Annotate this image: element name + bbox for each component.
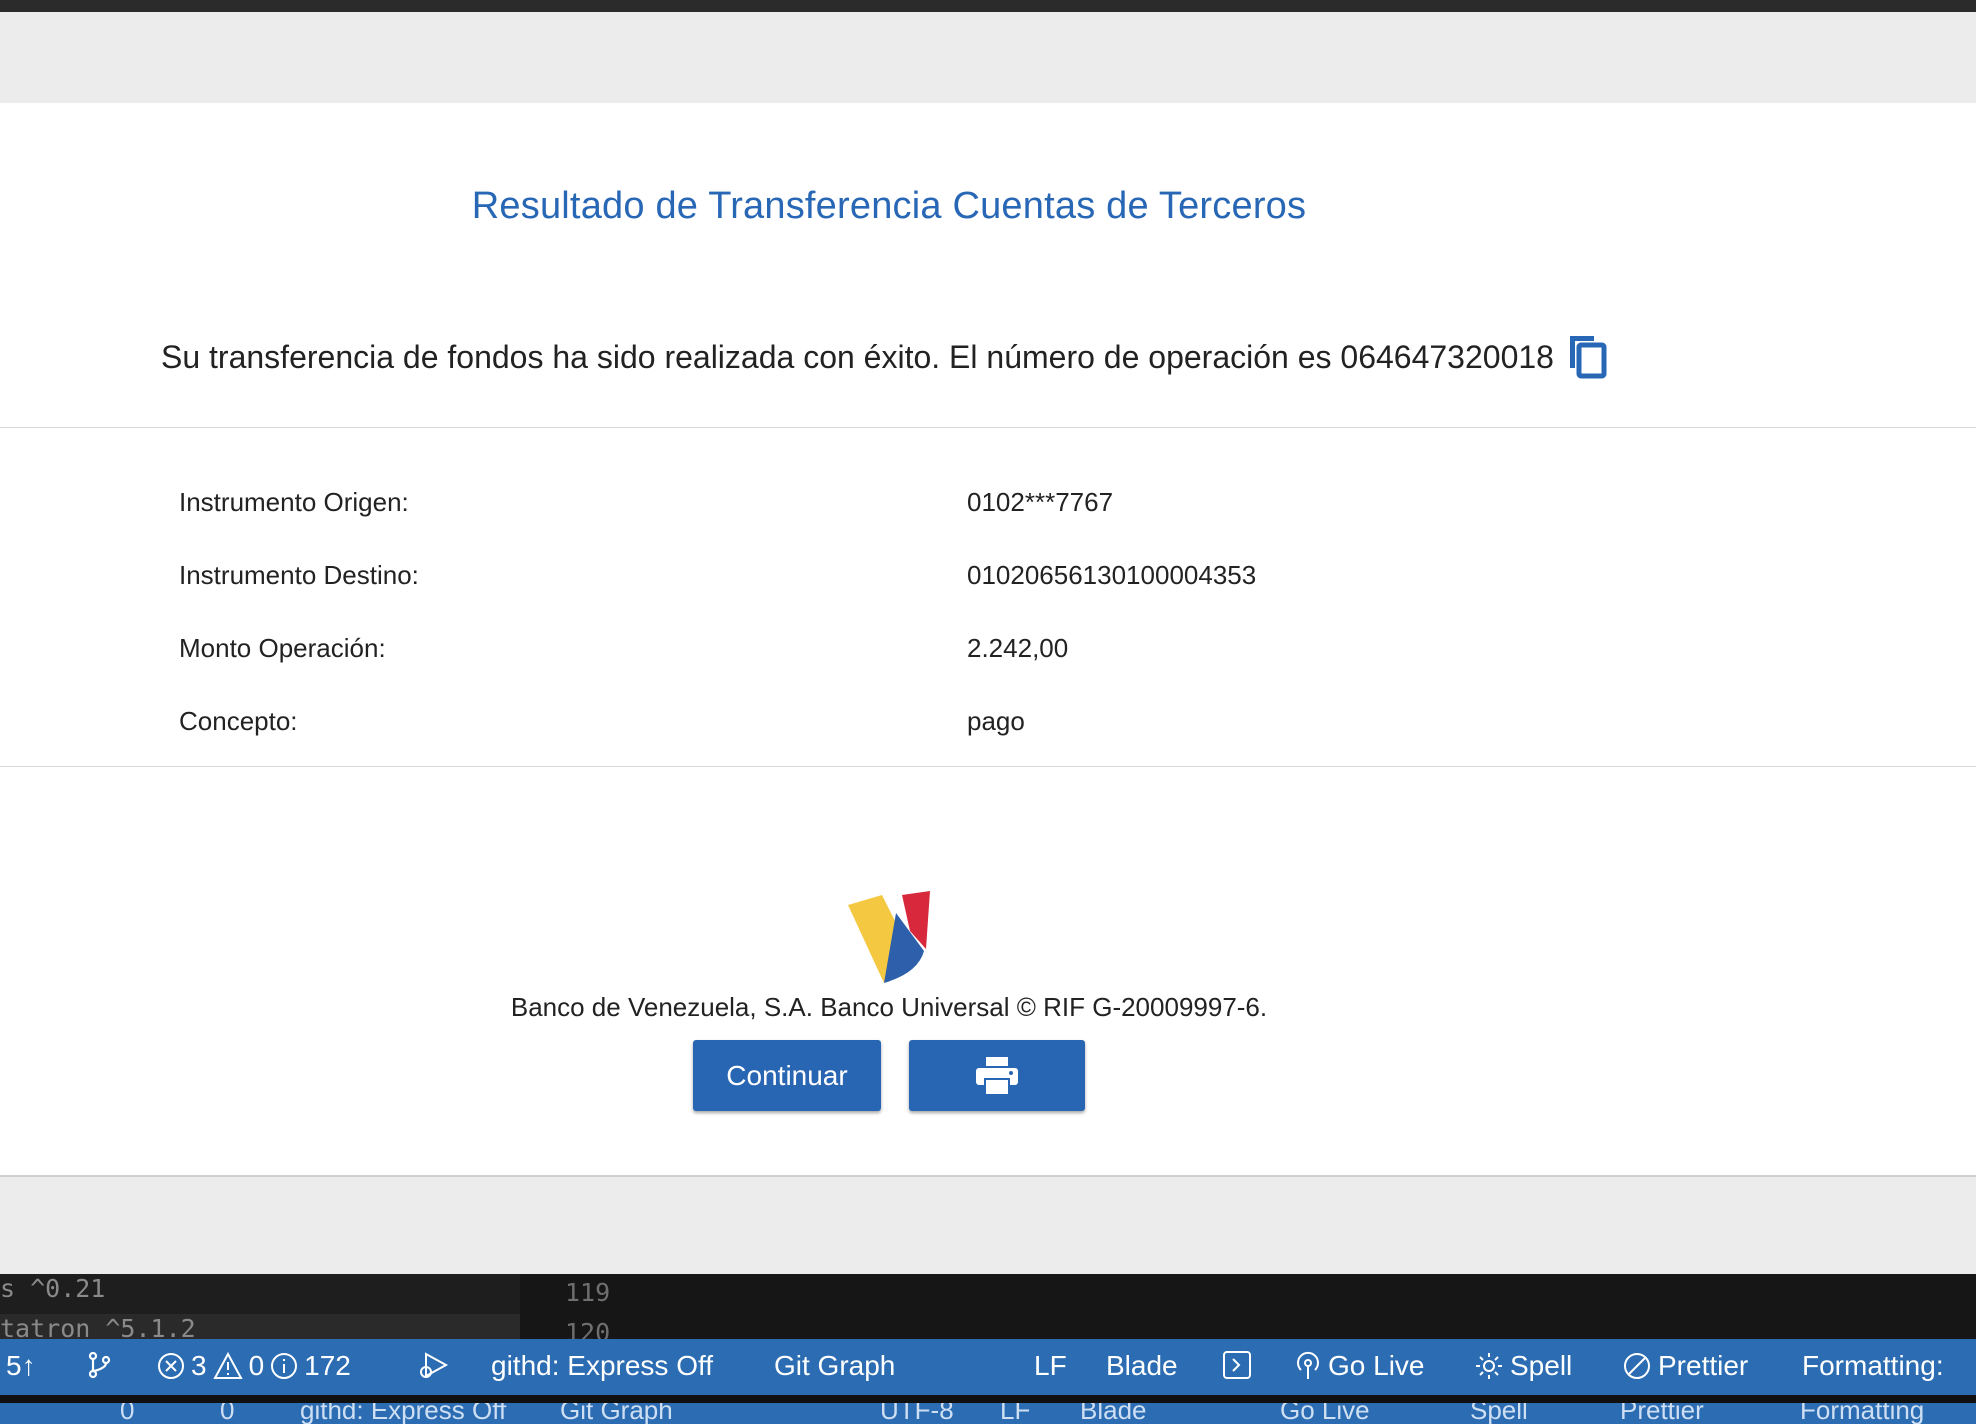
code-editor-area: s ^0.21 tatron ^5.1.2 119 120: [0, 1274, 1976, 1347]
detail-value: 01020656130100004353: [967, 560, 1257, 590]
go-live-label: Go Live: [1328, 1350, 1425, 1381]
spell-label: Spell: [1510, 1350, 1573, 1381]
detail-value: pago: [967, 706, 1025, 736]
detail-value: 2.242,00: [967, 633, 1069, 663]
page-title: Resultado de Transferencia Cuentas de Te…: [471, 185, 1307, 227]
problems-indicator[interactable]: 3 0 172: [157, 1350, 351, 1382]
git-branch-icon[interactable]: [84, 1350, 114, 1380]
line-number: 119: [565, 1278, 611, 1307]
status-item[interactable]: Spell: [1470, 1403, 1528, 1424]
detail-label: Monto Operación:: [179, 633, 386, 663]
language-selector[interactable]: Blade: [1106, 1350, 1178, 1382]
status-item[interactable]: Prettier: [1620, 1403, 1704, 1424]
detail-label: Instrumento Destino:: [179, 560, 419, 590]
detail-row-concept: Concepto: pago: [0, 706, 1976, 746]
continue-button[interactable]: Continuar: [693, 1040, 881, 1111]
githd-status[interactable]: githd: Express Off: [491, 1350, 713, 1382]
printer-icon: [976, 1056, 1018, 1095]
gear-icon: [1476, 1353, 1502, 1379]
error-icon: [158, 1353, 184, 1379]
formatting-status[interactable]: Formatting:: [1802, 1350, 1944, 1382]
warning-icon: [212, 1352, 243, 1379]
secondary-status-bar: 0 0 githd: Express Off Git Graph UTF-8 L…: [0, 1403, 1976, 1424]
detail-row-destination: Instrumento Destino: 0102065613010000435…: [0, 560, 1976, 600]
git-graph-button[interactable]: Git Graph: [774, 1350, 895, 1382]
go-live-button[interactable]: Go Live: [1294, 1350, 1425, 1382]
status-item[interactable]: Blade: [1080, 1403, 1147, 1424]
window-top-bar: [0, 0, 1976, 12]
errors-count: 3: [191, 1350, 207, 1381]
divider-top: [0, 427, 1976, 428]
detail-row-amount: Monto Operación: 2.242,00: [0, 633, 1976, 673]
infos-count: 172: [304, 1350, 351, 1381]
bank-logo-icon: [848, 891, 930, 983]
warnings-count: 0: [248, 1350, 265, 1381]
status-bar: 5↑ 3 0 172 githd: Express Off Git Graph …: [0, 1339, 1976, 1395]
status-item[interactable]: Go Live: [1280, 1403, 1370, 1424]
success-message-text: Su transferencia de fondos ha sido reali…: [161, 338, 1554, 375]
status-item[interactable]: Formatting: [1800, 1403, 1924, 1424]
detail-row-origin: Instrumento Origen: 0102***7767: [0, 487, 1976, 527]
spell-button[interactable]: Spell: [1474, 1350, 1572, 1382]
print-button[interactable]: [909, 1040, 1085, 1111]
footer-text: Banco de Venezuela, S.A. Banco Universal…: [510, 992, 1268, 1022]
transfer-result-card: Resultado de Transferencia Cuentas de Te…: [0, 103, 1976, 1177]
success-message: Su transferencia de fondos ha sido reali…: [161, 334, 1608, 380]
copy-icon[interactable]: [1566, 334, 1608, 380]
prettier-button[interactable]: Prettier: [1622, 1350, 1748, 1382]
status-item[interactable]: 0: [220, 1403, 234, 1424]
eol-selector[interactable]: LF: [1034, 1350, 1067, 1382]
detail-label: Instrumento Origen:: [179, 487, 409, 517]
prettier-label: Prettier: [1658, 1350, 1749, 1381]
terminal-icon[interactable]: [1222, 1350, 1252, 1380]
detail-label: Concepto:: [179, 706, 298, 736]
editor-sidebar: s ^0.21 tatron ^5.1.2: [0, 1274, 520, 1339]
info-icon: [271, 1353, 298, 1379]
status-item[interactable]: Git Graph: [560, 1403, 673, 1424]
status-item[interactable]: LF: [1000, 1403, 1030, 1424]
statusbar-separator: [0, 1395, 1976, 1403]
status-item[interactable]: UTF-8: [880, 1403, 954, 1424]
sidebar-item[interactable]: s ^0.21: [0, 1274, 105, 1303]
detail-value: 0102***7767: [967, 487, 1114, 517]
sync-status[interactable]: 5↑: [6, 1350, 36, 1382]
status-item[interactable]: 0: [120, 1403, 134, 1424]
divider-bottom: [0, 766, 1976, 767]
status-item[interactable]: githd: Express Off: [300, 1403, 506, 1424]
broadcast-icon: [1297, 1351, 1319, 1379]
prohibited-icon: [1624, 1353, 1650, 1379]
debug-icon[interactable]: [416, 1350, 450, 1380]
sidebar-item[interactable]: tatron ^5.1.2: [0, 1314, 520, 1339]
